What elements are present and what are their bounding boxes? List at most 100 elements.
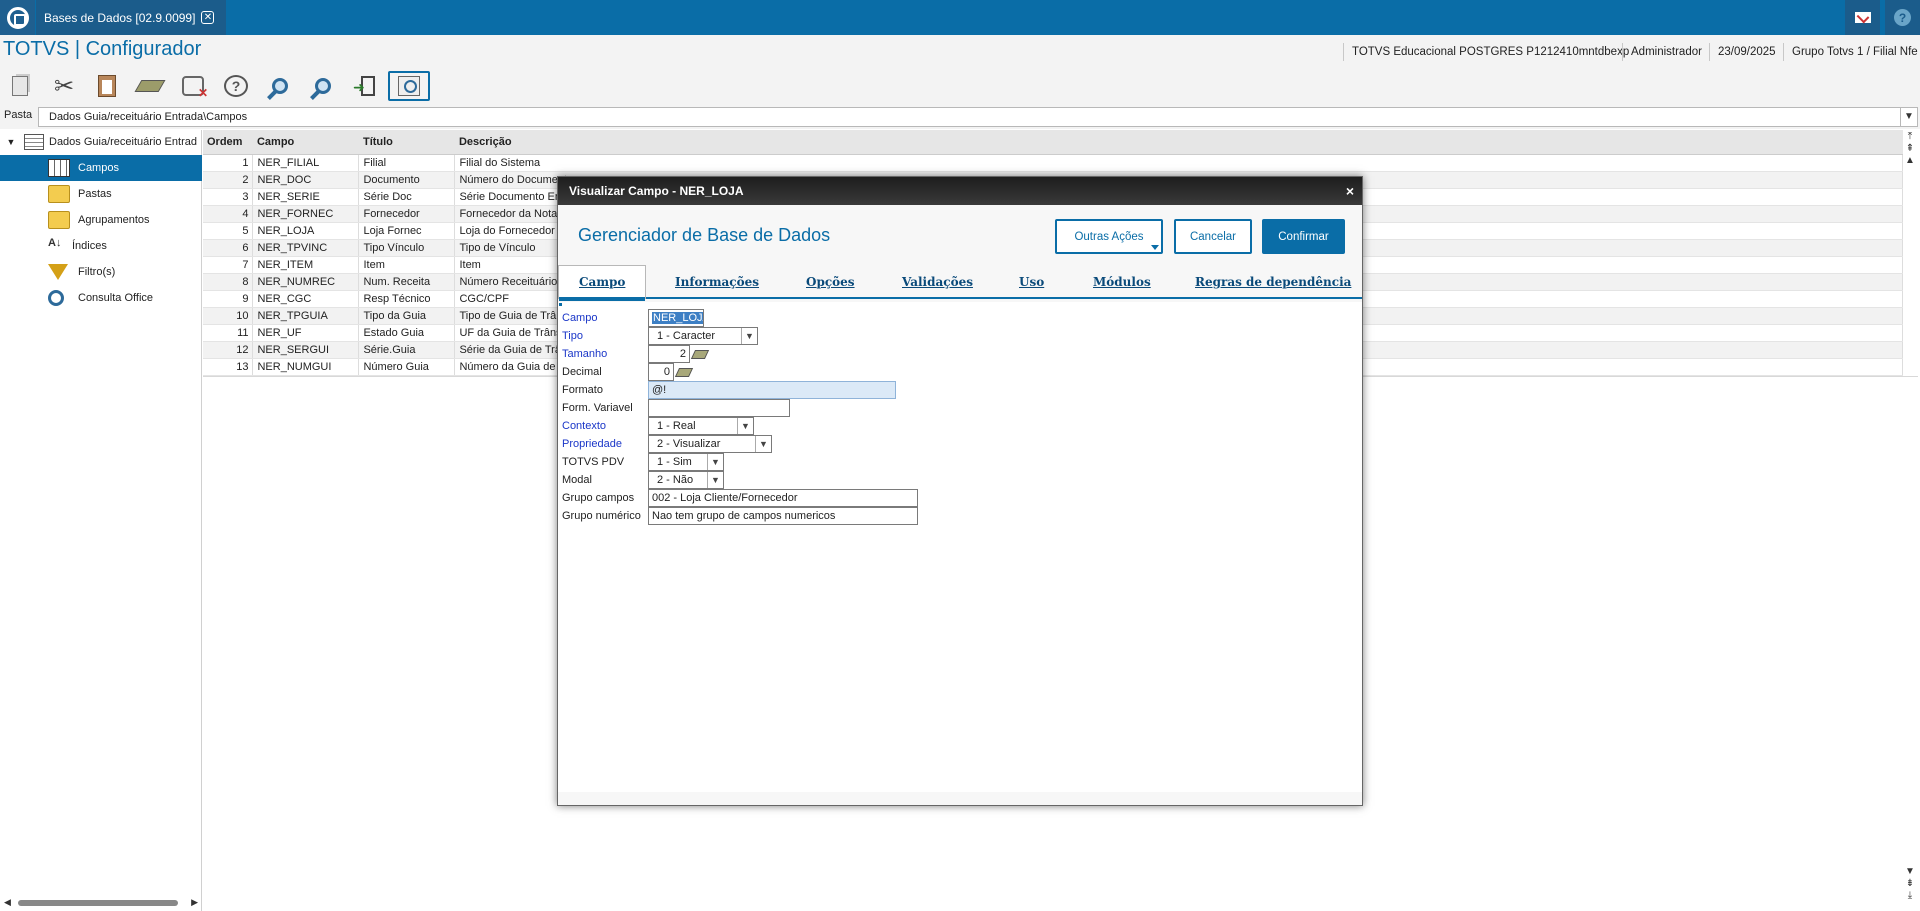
column-header-ordem[interactable]: Ordem [203,130,253,155]
formato-input[interactable]: @! [648,381,896,399]
tree-item-agrupamentos[interactable]: Agrupamentos [0,207,202,233]
tree-horizontal-scrollbar[interactable]: ◀ ▶ [4,897,198,909]
cell-titulo[interactable]: Série Doc [358,188,456,206]
close-icon[interactable]: × [1346,177,1354,205]
tab-modulos[interactable]: Módulos [1093,275,1151,289]
cell-ordem[interactable]: 3 [203,188,254,206]
grid-vertical-scroll-bottom[interactable]: ▼ ⇟ ⤓ [1900,866,1920,902]
company-info[interactable]: Grupo Totvs 1 / Filial Nfe [1783,43,1918,61]
grupo-numerico-input[interactable]: Nao tem grupo de campos numericos [648,507,918,525]
tab-campo[interactable]: Campo [558,265,647,301]
cell-ordem[interactable]: 13 [203,358,254,376]
cell-campo[interactable]: NER_SERIE [252,188,360,206]
scroll-thumb[interactable] [18,900,178,906]
table-row[interactable]: 1 NER_FILIAL Filial Filial do Sistema [203,154,1903,172]
cell-ordem[interactable]: 1 [203,154,254,172]
eraser-button[interactable] [132,71,168,101]
scroll-down-icon[interactable]: ▼ [1900,866,1920,878]
scroll-page-up-icon[interactable]: ⇞ [1900,143,1920,155]
close-tab-icon[interactable]: ✕ [201,11,215,24]
cell-campo[interactable]: NER_UF [252,324,360,342]
tree-item-consulta-office[interactable]: Consulta Office [0,285,202,311]
cell-titulo[interactable]: Filial [358,154,456,172]
scroll-first-icon[interactable]: ⤒ [1900,131,1920,143]
scroll-page-down-icon[interactable]: ⇟ [1900,878,1920,890]
column-header-descricao[interactable]: Descrição [454,130,1903,155]
grid-vertical-scroll-top[interactable]: ⤒ ⇞ ▲ [1900,131,1920,167]
confirm-button[interactable]: Confirmar [1262,219,1345,254]
cell-ordem[interactable]: 5 [203,222,254,240]
scroll-left-icon[interactable]: ◀ [4,897,11,908]
database-delete-button[interactable] [175,71,211,101]
scroll-up-icon[interactable]: ▲ [1900,155,1920,167]
cell-campo[interactable]: NER_ITEM [252,256,360,274]
exit-button[interactable] [350,71,386,101]
spinner-icon[interactable] [690,349,710,359]
column-header-campo[interactable]: Campo [252,130,359,155]
cell-ordem[interactable]: 8 [203,273,254,291]
tab-validacoes[interactable]: Validações [902,275,973,289]
cell-campo[interactable]: NER_LOJA [252,222,360,240]
cell-titulo[interactable]: Num. Receita [358,273,456,291]
contexto-select[interactable]: 1 - Real ▼ [648,417,754,435]
cell-titulo[interactable]: Loja Fornec [358,222,456,240]
environment-info[interactable]: TOTVS Educacional POSTGRES P1212410mntdb… [1343,43,1629,61]
cell-titulo[interactable]: Tipo Vínculo [358,239,456,257]
tree-item-campos[interactable]: Campos [0,155,202,181]
search-button[interactable] [262,71,298,101]
cell-titulo[interactable]: Tipo da Guia [358,307,456,325]
cell-campo[interactable]: NER_NUMGUI [252,358,360,376]
tab-informacoes[interactable]: Informações [675,275,759,289]
cell-titulo[interactable]: Número Guia [358,358,456,376]
cell-ordem[interactable]: 2 [203,171,254,189]
tamanho-input[interactable]: 2 [648,345,690,363]
chevron-down-icon[interactable]: ▼ [1900,107,1917,127]
tab-opcoes[interactable]: Opções [806,275,855,289]
user-info[interactable]: Administrador [1622,43,1702,61]
propriedade-select[interactable]: 2 - Visualizar ▼ [648,435,772,453]
cell-campo[interactable]: NER_TPVINC [252,239,360,257]
pasta-select[interactable]: Dados Guia/receituário Entrada\Campos ▼ [38,107,1918,127]
help-button[interactable]: ? [1885,0,1920,35]
date-info[interactable]: 23/09/2025 [1709,43,1776,61]
other-actions-button[interactable]: Outras Ações [1055,219,1163,254]
modal-select[interactable]: 2 - Não ▼ [648,471,724,489]
cell-ordem[interactable]: 12 [203,341,254,359]
cell-titulo[interactable]: Fornecedor [358,205,456,223]
cell-titulo[interactable]: Estado Guia [358,324,456,342]
view-button[interactable] [388,71,430,101]
cell-titulo[interactable]: Documento [358,171,456,189]
chevron-down-icon[interactable]: ▼ [4,137,18,147]
cell-descricao[interactable]: Filial do Sistema [454,154,1903,172]
help-tool-button[interactable]: ? [218,71,254,101]
tree-item-filtros[interactable]: Filtro(s) [0,259,202,285]
cell-campo[interactable]: NER_DOC [252,171,360,189]
cell-campo[interactable]: NER_TPGUIA [252,307,360,325]
cancel-button[interactable]: Cancelar [1174,219,1252,254]
cell-ordem[interactable]: 10 [203,307,254,325]
cell-campo[interactable]: NER_SERGUI [252,341,360,359]
totvs-logo-button[interactable] [0,0,35,35]
tree-item-indices[interactable]: A↓ Índices [0,233,202,259]
scroll-last-icon[interactable]: ⤓ [1900,890,1920,902]
cell-titulo[interactable]: Série.Guia [358,341,456,359]
search-next-button[interactable] [305,71,341,101]
cell-ordem[interactable]: 11 [203,324,254,342]
copy-button[interactable] [2,71,38,101]
cell-ordem[interactable]: 9 [203,290,254,308]
cell-ordem[interactable]: 4 [203,205,254,223]
cell-titulo[interactable]: Resp Técnico [358,290,456,308]
column-header-titulo[interactable]: Título [358,130,455,155]
cell-ordem[interactable]: 7 [203,256,254,274]
scroll-right-icon[interactable]: ▶ [191,897,198,908]
cell-campo[interactable]: NER_NUMREC [252,273,360,291]
grupo-campos-input[interactable]: 002 - Loja Cliente/Fornecedor [648,489,918,507]
cell-campo[interactable]: NER_FORNEC [252,205,360,223]
cell-campo[interactable]: NER_CGC [252,290,360,308]
decimal-input[interactable]: 0 [648,363,674,381]
cell-ordem[interactable]: 6 [203,239,254,257]
spinner-icon[interactable] [674,367,694,377]
tipo-select[interactable]: 1 - Caracter ▼ [648,327,758,345]
cell-campo[interactable]: NER_FILIAL [252,154,360,172]
form-variavel-input[interactable] [648,399,790,417]
